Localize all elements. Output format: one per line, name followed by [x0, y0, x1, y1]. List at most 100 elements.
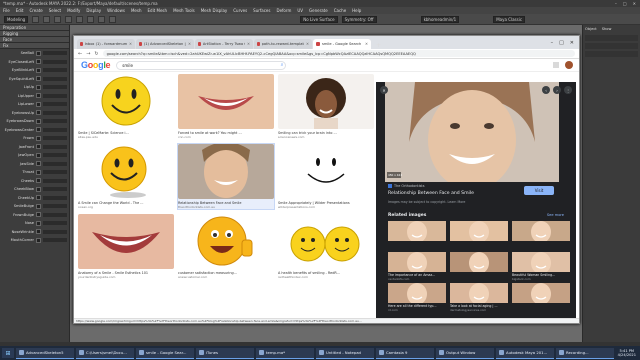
related-image-card[interactable]: [450, 252, 508, 273]
result-card[interactable]: customer satisfaction measuring... anewc…: [178, 214, 274, 279]
blendshape-button[interactable]: Nose: [2, 221, 34, 225]
blendshape-checkbox[interactable]: [36, 229, 41, 235]
maximize-icon[interactable]: □: [559, 40, 564, 46]
blendshape-button[interactable]: LipUpper: [2, 94, 34, 98]
result-card-selected[interactable]: Relationship Between Face and Smile theo…: [177, 143, 275, 210]
related-image-card[interactable]: Take a look at facial aging | ... dermato…: [450, 283, 508, 312]
maya-menu-item[interactable]: Mesh Display: [201, 8, 228, 13]
blendshape-slider[interactable]: [43, 59, 67, 64]
blendshape-button[interactable]: SmileBulge: [2, 204, 34, 208]
result-image-woman[interactable]: [278, 74, 374, 129]
related-image[interactable]: [512, 221, 570, 241]
blendshape-button[interactable]: SeeBall: [2, 51, 34, 55]
blendshape-slider[interactable]: [43, 170, 67, 175]
related-image-card[interactable]: Beautiful Woman Smiling... bigstock.com: [512, 252, 570, 281]
attribute-row[interactable]: [585, 35, 638, 41]
preview-image[interactable]: 450 x 424: [385, 82, 559, 182]
blendshape-button[interactable]: EyeClosedLeft: [2, 60, 34, 64]
blendshape-button[interactable]: CheekUp: [2, 196, 34, 200]
blendshape-button[interactable]: EyeSquintLeft: [2, 77, 34, 81]
result-image-line-smile[interactable]: [278, 144, 374, 199]
taskbar-item[interactable]: Recording...: [556, 347, 614, 359]
tab-close-icon[interactable]: ✕: [247, 42, 250, 46]
google-logo[interactable]: Google: [81, 60, 111, 70]
workspace-select[interactable]: Maya Classic: [493, 15, 526, 23]
taskbar-item[interactable]: Output Window: [436, 347, 494, 359]
blendshape-slider[interactable]: [43, 153, 67, 158]
related-image-card[interactable]: [512, 221, 570, 242]
related-image-card[interactable]: The importance of an Amaz... centadolfs.c…: [388, 252, 446, 281]
blendshape-slider[interactable]: [43, 51, 67, 56]
close-preview-icon[interactable]: ✕: [380, 86, 388, 94]
blendshape-button[interactable]: CheekBlow: [2, 187, 34, 191]
next-arrow-icon[interactable]: ›: [553, 86, 561, 94]
search-input[interactable]: smile ⌕: [116, 60, 287, 70]
taskbar-item[interactable]: Untitled - Notepad: [316, 347, 374, 359]
blendshape-slider[interactable]: [43, 102, 67, 107]
maya-menu-item[interactable]: Mesh Tools: [173, 8, 195, 13]
symmetry-field[interactable]: Symmetry: Off: [341, 15, 377, 23]
blendshape-button[interactable]: MouthCorner: [2, 238, 34, 242]
maya-menu-item[interactable]: Deform: [276, 8, 291, 13]
shelf-button[interactable]: [87, 15, 95, 23]
blendshape-checkbox[interactable]: [36, 220, 41, 226]
related-image-card[interactable]: Here are all the different typ... rd.com: [388, 283, 446, 312]
attribute-tab[interactable]: Object: [585, 27, 597, 31]
related-image[interactable]: [388, 252, 446, 272]
attribute-tab[interactable]: Show: [602, 27, 612, 31]
maya-menu-item[interactable]: Edit Mesh: [148, 8, 168, 13]
browser-tab[interactable]: path-to-reward-template ArtStation✕: [254, 39, 312, 49]
tab-close-icon[interactable]: ✕: [188, 42, 191, 46]
minimize-icon[interactable]: –: [551, 40, 554, 46]
blendshape-button[interactable]: JawOpen: [2, 153, 34, 157]
mode-select[interactable]: Modeling: [4, 15, 29, 23]
blendshape-slider[interactable]: [43, 195, 67, 200]
blendshape-checkbox[interactable]: [36, 127, 41, 133]
blendshape-checkbox[interactable]: [36, 118, 41, 124]
blendshape-checkbox[interactable]: [36, 169, 41, 175]
blendshape-button[interactable]: EyebrowsCenter: [2, 128, 34, 132]
live-surface-field[interactable]: No Live Surface: [300, 15, 338, 23]
search-icon[interactable]: ⌕: [281, 62, 286, 68]
close-icon[interactable]: ✕: [633, 1, 636, 6]
blendshape-button[interactable]: EyebrowsDown: [2, 119, 34, 123]
attribute-row[interactable]: [585, 43, 638, 49]
blendshape-slider[interactable]: [43, 76, 67, 81]
taskbar-clock[interactable]: 5:41 PM 4/24/2021: [618, 349, 640, 357]
related-image-card[interactable]: [388, 221, 446, 242]
result-card[interactable]: A health benefits of smiling - RedR... r…: [278, 214, 374, 279]
blendshape-checkbox[interactable]: [36, 93, 41, 99]
result-image-smiley-shadow[interactable]: [78, 144, 174, 199]
blendshape-slider[interactable]: [43, 136, 67, 141]
result-image-teeth[interactable]: [78, 214, 174, 269]
blendshape-checkbox[interactable]: [36, 67, 41, 73]
maya-menu-item[interactable]: File: [3, 8, 10, 13]
result-image-face[interactable]: [178, 144, 274, 199]
result-image-thumbs-up[interactable]: [178, 214, 274, 269]
blendshape-slider[interactable]: [43, 229, 67, 234]
related-image-card[interactable]: [450, 221, 508, 242]
forward-icon[interactable]: →: [86, 51, 90, 57]
blendshape-button[interactable]: FrownBulge: [2, 213, 34, 217]
preview-title[interactable]: Relationship Between Face and Smile: [388, 191, 474, 196]
taskbar-item[interactable]: Autodesk Maya 201...: [496, 347, 554, 359]
blendshape-slider[interactable]: [43, 212, 67, 217]
blendshape-checkbox[interactable]: [36, 186, 41, 192]
blendshape-slider[interactable]: [43, 68, 67, 73]
taskbar-item[interactable]: AdvancedSkeleton5: [16, 347, 74, 359]
maya-menu-item[interactable]: Mesh: [131, 8, 142, 13]
shelf-button[interactable]: [32, 15, 40, 23]
blendshape-slider[interactable]: [43, 178, 67, 183]
result-image-mouth[interactable]: [178, 74, 274, 129]
preview-source[interactable]: The Orthodontists: [388, 184, 425, 188]
maya-menu-item[interactable]: Select: [49, 8, 61, 13]
blendshape-checkbox[interactable]: [36, 101, 41, 107]
browser-tab[interactable]: ArtStation - Terry Tswo Chalmers✕: [195, 39, 253, 49]
maya-menu-item[interactable]: Generate: [309, 8, 328, 13]
taskbar-item[interactable]: temp.ma*: [256, 347, 314, 359]
back-icon[interactable]: ←: [78, 51, 82, 57]
taskbar-item[interactable]: iTunes: [196, 347, 254, 359]
blendshape-checkbox[interactable]: [36, 59, 41, 65]
tab-close-icon[interactable]: ✕: [129, 42, 132, 46]
more-options-icon[interactable]: ⋮: [564, 86, 572, 94]
